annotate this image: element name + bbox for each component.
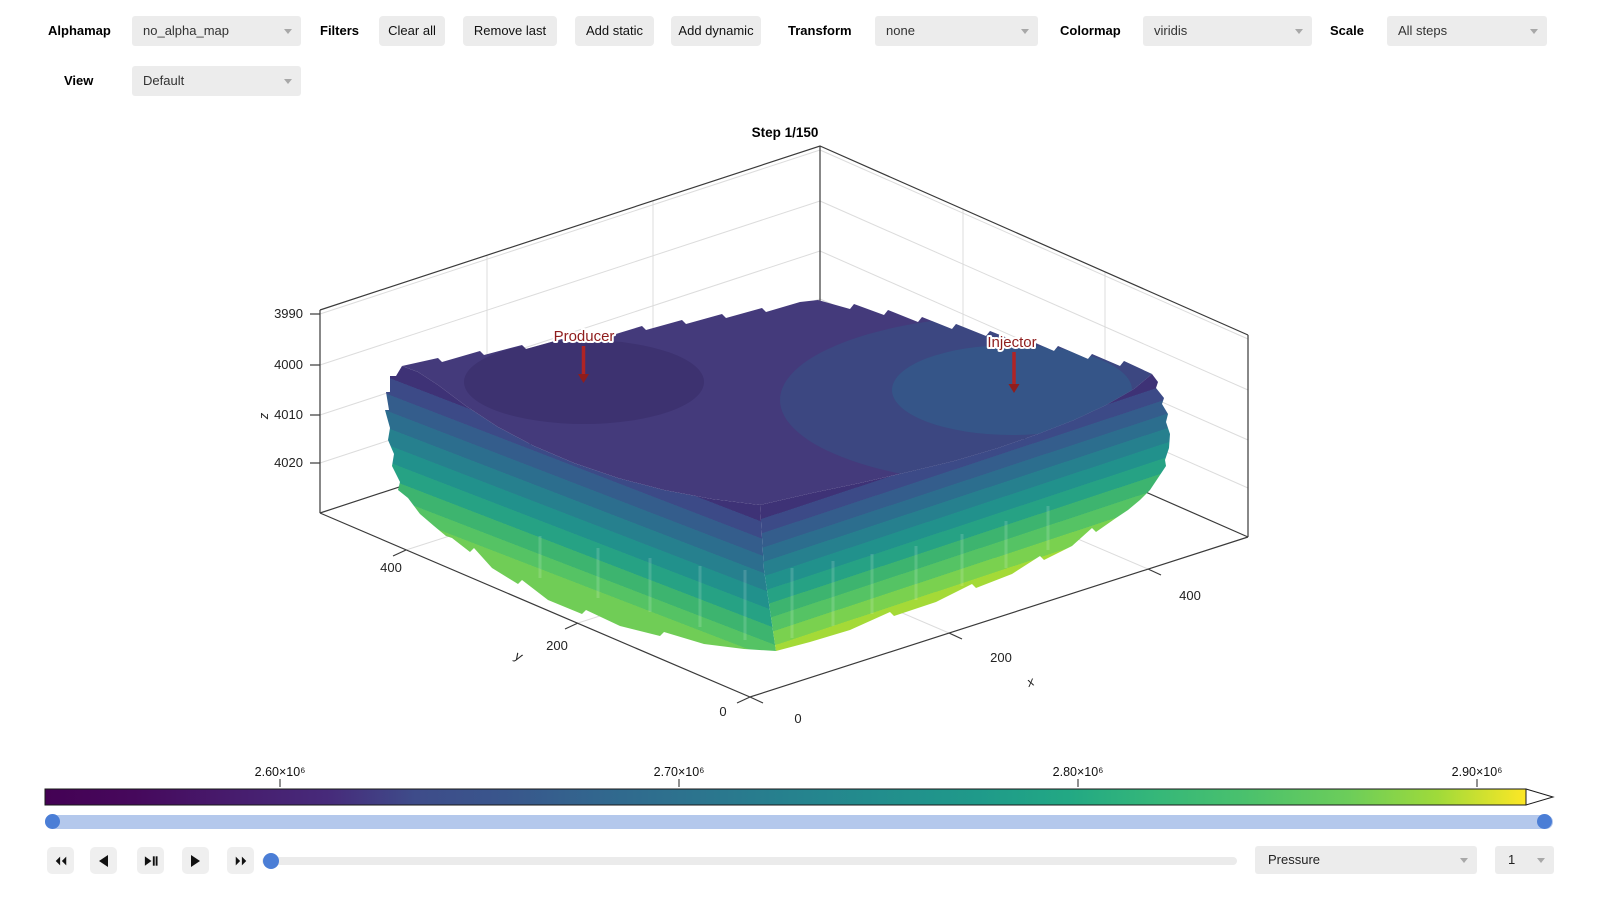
colorbar-tick-labels: 2.60×10⁶ 2.70×10⁶ 2.80×10⁶ 2.90×10⁶ xyxy=(255,765,1503,779)
x-tick: 200 xyxy=(990,650,1012,665)
chevron-down-icon xyxy=(1530,29,1538,34)
transform-label: Transform xyxy=(788,16,852,46)
z-tick: 4000 xyxy=(274,357,303,372)
colormap-dropdown[interactable]: viridis xyxy=(1143,16,1312,46)
play-pause-icon xyxy=(143,855,158,867)
injector-well-label: Injector xyxy=(987,334,1036,351)
play-backward-icon xyxy=(97,854,110,868)
chevron-down-icon xyxy=(1021,29,1029,34)
colorbar-tick: 2.60×10⁶ xyxy=(255,765,306,779)
view-value: Default xyxy=(132,66,301,96)
chevron-down-icon xyxy=(284,29,292,34)
chevron-down-icon xyxy=(1460,858,1468,863)
range-slider-min-handle[interactable] xyxy=(45,814,60,829)
z-tick: 3990 xyxy=(274,306,303,321)
scale-label: Scale xyxy=(1330,16,1364,46)
play-backward-button[interactable] xyxy=(90,847,117,874)
rewind-button[interactable] xyxy=(47,847,74,874)
chevron-down-icon xyxy=(284,79,292,84)
range-slider-max-handle[interactable] xyxy=(1537,814,1552,829)
timestep-slider[interactable] xyxy=(262,857,1237,865)
app-window: { "toolbar": { "alphamap": {"label": "Al… xyxy=(0,0,1600,900)
fast-forward-icon xyxy=(234,855,248,867)
voxel-model xyxy=(385,300,1260,651)
alphamap-value: no_alpha_map xyxy=(132,16,301,46)
colorbar-tick: 2.80×10⁶ xyxy=(1053,765,1104,779)
add-static-button[interactable]: Add static xyxy=(575,16,654,46)
chevron-down-icon xyxy=(1295,29,1303,34)
colormap-value: viridis xyxy=(1143,16,1312,46)
add-dynamic-button[interactable]: Add dynamic xyxy=(671,16,761,46)
z-axis-label: z xyxy=(256,412,271,420)
y-tick: 0 xyxy=(719,704,726,719)
fast-forward-button[interactable] xyxy=(227,847,254,874)
scale-dropdown[interactable]: All steps xyxy=(1387,16,1547,46)
rewind-icon xyxy=(54,855,68,867)
colorbar-gradient-bar xyxy=(45,789,1526,805)
step-value: 1 xyxy=(1495,846,1554,874)
chevron-down-icon xyxy=(1537,858,1545,863)
z-tick: 4010 xyxy=(274,407,303,422)
colorbar: 2.60×10⁶ 2.70×10⁶ 2.80×10⁶ 2.90×10⁶ xyxy=(0,755,1600,820)
x-tick: 0 xyxy=(794,711,801,726)
value-range-slider[interactable] xyxy=(45,815,1553,829)
filters-label: Filters xyxy=(320,16,359,46)
colormap-label: Colormap xyxy=(1060,16,1121,46)
transform-value: none xyxy=(875,16,1038,46)
timestep-slider-handle[interactable] xyxy=(263,853,279,869)
colorbar-overflow-arrow xyxy=(1526,789,1553,805)
alphamap-label: Alphamap xyxy=(48,16,111,46)
play-icon xyxy=(189,854,202,868)
step-dropdown[interactable]: 1 xyxy=(1495,846,1554,874)
transform-dropdown[interactable]: none xyxy=(875,16,1038,46)
plot-title: Step 1/150 xyxy=(752,125,819,140)
play-pause-button[interactable] xyxy=(137,847,164,874)
x-axis-label: x xyxy=(1024,673,1036,690)
alphamap-dropdown[interactable]: no_alpha_map xyxy=(132,16,301,46)
view-dropdown[interactable]: Default xyxy=(132,66,301,96)
y-tick: 200 xyxy=(546,638,568,653)
3d-viewport[interactable]: Step 1/150 xyxy=(0,100,1600,745)
z-tick: 4020 xyxy=(274,455,303,470)
x-tick: 400 xyxy=(1179,588,1201,603)
play-button[interactable] xyxy=(182,847,209,874)
y-tick: 400 xyxy=(380,560,402,575)
y-axis-label: y xyxy=(512,647,526,664)
colorbar-tick: 2.90×10⁶ xyxy=(1452,765,1503,779)
colorbar-tick: 2.70×10⁶ xyxy=(654,765,705,779)
property-dropdown[interactable]: Pressure xyxy=(1255,846,1477,874)
property-value: Pressure xyxy=(1255,846,1477,874)
colorbar-tick-marks xyxy=(280,779,1477,787)
view-label: View xyxy=(64,66,93,96)
clear-all-button[interactable]: Clear all xyxy=(379,16,445,46)
remove-last-button[interactable]: Remove last xyxy=(463,16,557,46)
scale-value: All steps xyxy=(1387,16,1547,46)
producer-well-label: Producer xyxy=(554,328,615,345)
